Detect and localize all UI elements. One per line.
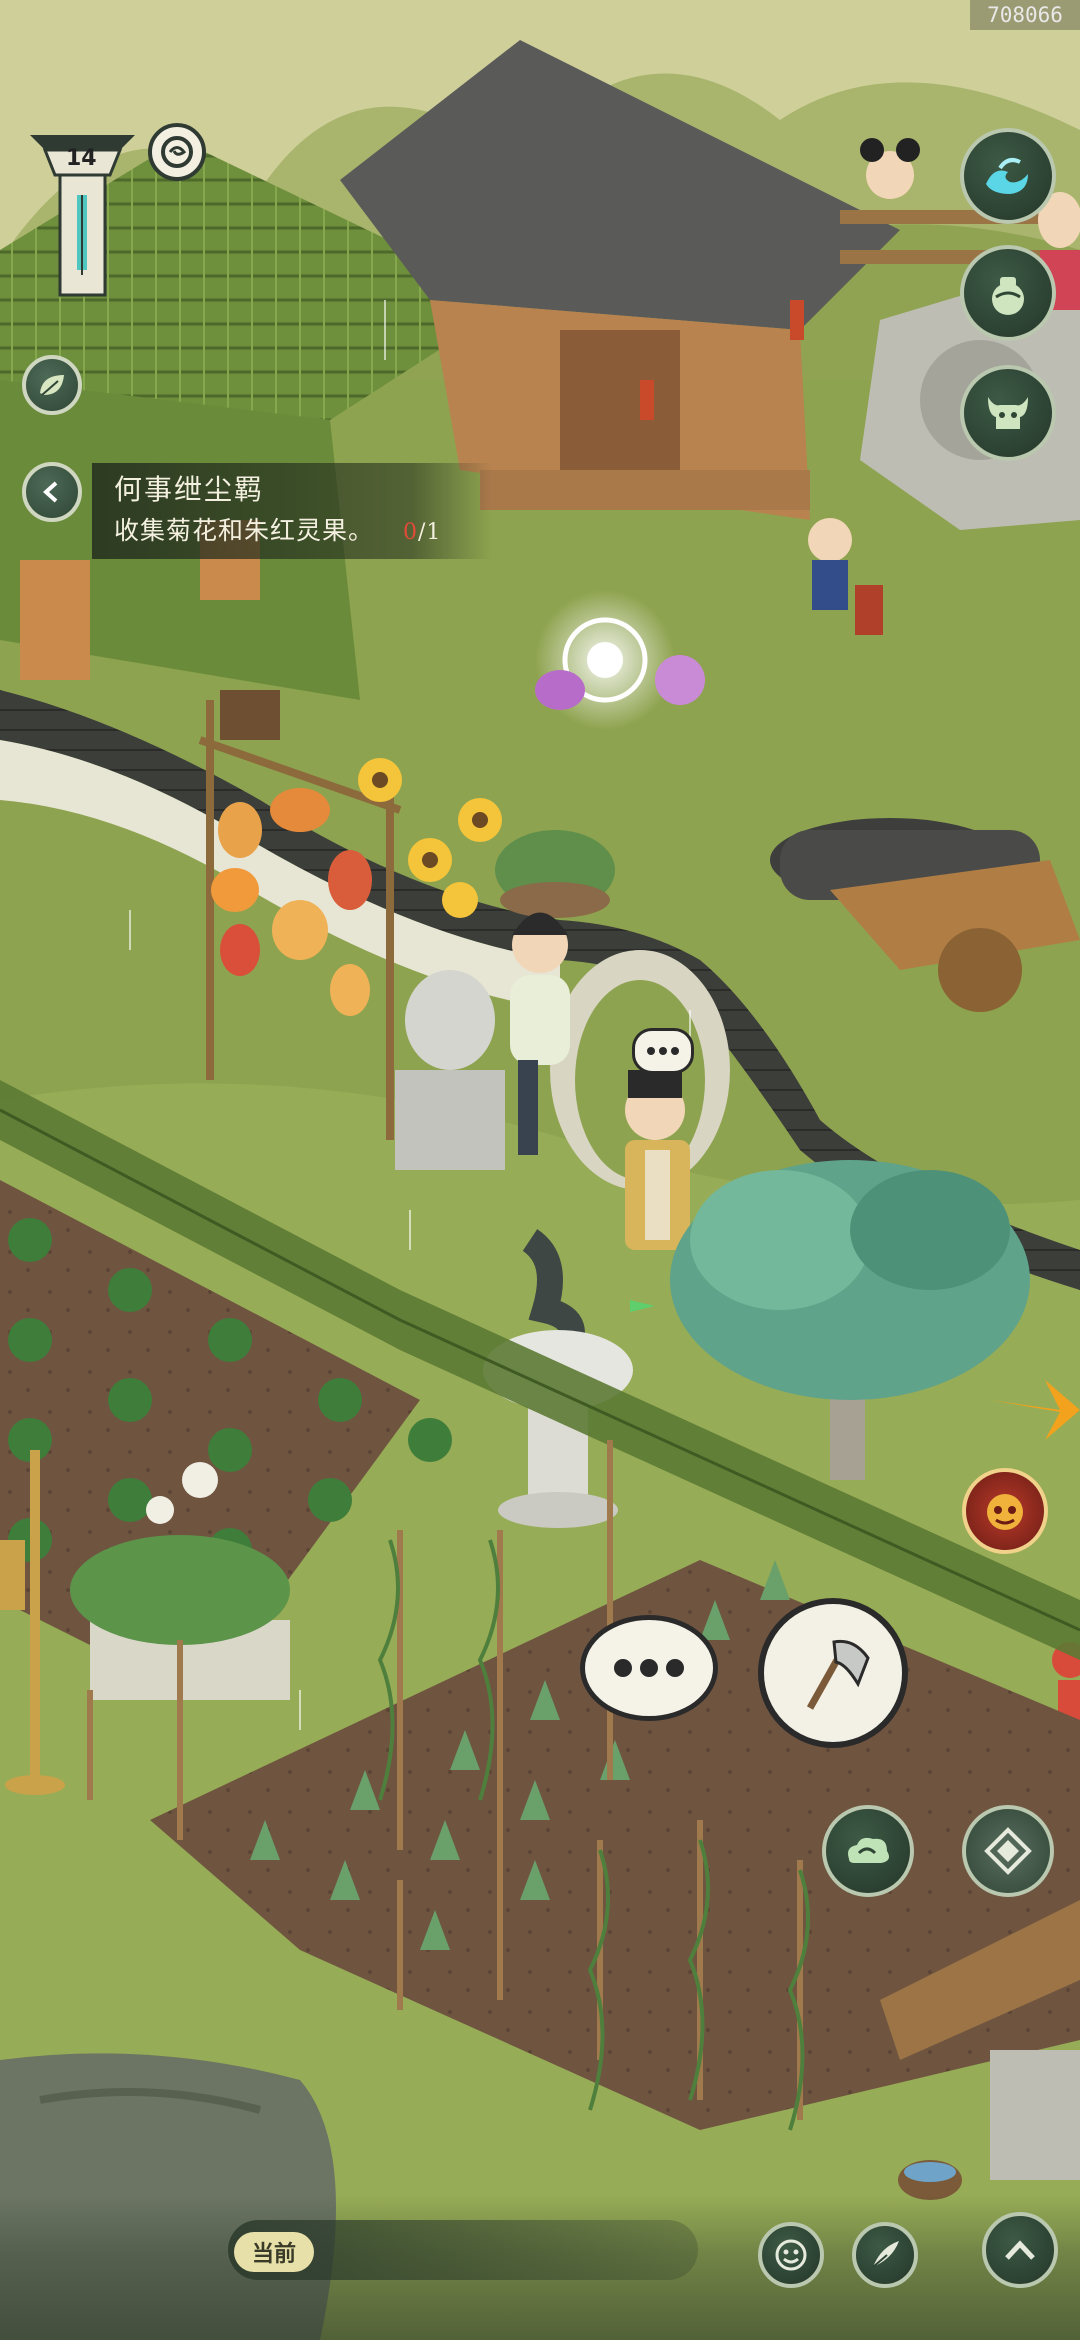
coin-swirl-icon (161, 136, 193, 168)
face-icon (775, 2239, 807, 2271)
back-arrow-icon (43, 481, 58, 503)
bull-mask-icon (988, 397, 1028, 429)
npc-speech-bubble[interactable] (632, 1028, 694, 1074)
expand-menu-button[interactable] (982, 2212, 1058, 2288)
feather-icon (872, 2241, 899, 2268)
compass-icon (984, 1827, 1032, 1875)
water-skill-button[interactable] (960, 128, 1056, 224)
write-button[interactable] (852, 2222, 918, 2288)
compass-skill-button[interactable] (962, 1805, 1054, 1897)
chat-channel-tag[interactable]: 当前 (234, 2232, 314, 2272)
bull-mask-button[interactable] (960, 365, 1056, 461)
quest-progress-total: /1 (417, 520, 442, 545)
cloud-icon (848, 1837, 889, 1863)
wave-skill-icon (986, 158, 1028, 194)
player-level: 14 (66, 146, 97, 171)
cloud-skill-button[interactable] (822, 1805, 914, 1897)
session-id-tag: 708066 (970, 0, 1080, 30)
chop-action-button[interactable] (758, 1598, 908, 1748)
emote-button[interactable] (758, 2222, 824, 2288)
talk-bubble-icon (614, 1659, 684, 1677)
quest-progress: 0/1 (403, 520, 441, 545)
quest-description: 收集菊花和朱红灵果。 0/1 (114, 511, 492, 553)
quest-progress-current: 0 (402, 520, 418, 545)
currency-button[interactable] (148, 123, 206, 181)
ellipsis-icon (647, 1047, 679, 1055)
quest-title: 何事绁尘羁 (114, 473, 265, 506)
quest-description-text: 收集菊花和朱红灵果。 (114, 516, 375, 545)
quest-toggle-button[interactable] (22, 355, 82, 415)
leaf-icon (40, 375, 64, 396)
character-official (625, 1070, 690, 1250)
demon-face-icon (987, 1494, 1023, 1530)
talk-action-button[interactable] (580, 1615, 718, 1721)
scene-artwork (0, 0, 1080, 2340)
quest-tracker[interactable]: 何事绁尘羁 收集菊花和朱红灵果。 0/1 (92, 463, 492, 559)
gourd-icon (992, 277, 1024, 315)
collapse-quest-button[interactable] (22, 462, 82, 522)
game-scene[interactable]: 708066 14 何事绁尘羁 收集菊花和朱红灵果。 0/1 当前 (0, 0, 1080, 2340)
chevron-up-icon (1005, 2240, 1035, 2260)
gourd-button[interactable] (960, 245, 1056, 341)
axe-icon (806, 1639, 870, 1710)
event-boss-button[interactable] (962, 1468, 1048, 1554)
